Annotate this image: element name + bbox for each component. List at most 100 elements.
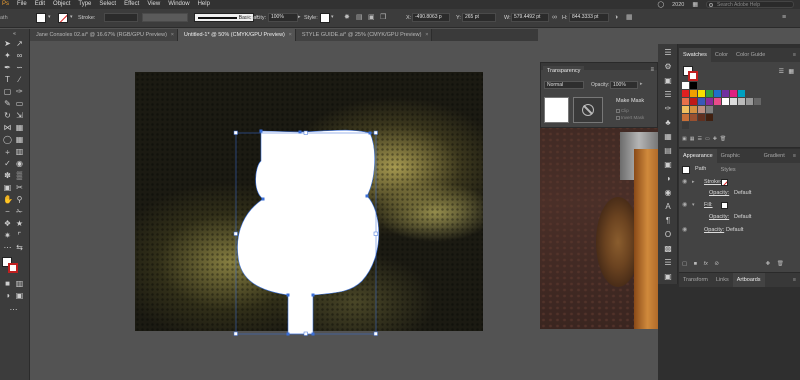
- swatch-large-stroke[interactable]: [688, 71, 698, 81]
- swatch-options-icon[interactable]: ☰: [697, 136, 701, 144]
- magic-wand-tool-icon[interactable]: ✦: [3, 51, 12, 60]
- swatch[interactable]: [722, 90, 729, 97]
- fill-row[interactable]: ◉ ▾ Fill:: [679, 200, 800, 211]
- chevron-down-icon[interactable]: ▾: [692, 200, 695, 211]
- tab-swatches[interactable]: Swatches: [679, 48, 711, 62]
- swatch[interactable]: [730, 98, 737, 105]
- measure-tool-icon[interactable]: ⌜: [15, 231, 24, 240]
- opacity-arrow[interactable]: ▸: [640, 81, 643, 87]
- align-panel-icon[interactable]: ▤: [663, 146, 673, 156]
- stroke-color-swatch[interactable]: [721, 179, 728, 186]
- opacity-field[interactable]: 100%: [268, 13, 298, 22]
- fill-stroke-widget[interactable]: [2, 257, 18, 273]
- swatch[interactable]: [690, 82, 697, 89]
- swatch[interactable]: [682, 98, 689, 105]
- scale-tool-icon[interactable]: ⇲: [15, 111, 24, 120]
- swatch[interactable]: [706, 90, 713, 97]
- opacity-field[interactable]: 100%: [610, 81, 638, 89]
- clip-checkbox[interactable]: Clip: [616, 108, 629, 113]
- menu-object[interactable]: Object: [49, 0, 74, 9]
- swatch[interactable]: [682, 122, 689, 129]
- pen-tool-icon[interactable]: ✒: [3, 63, 12, 72]
- tab-jane-consoles[interactable]: Jane Consoles 02.ai* @ 16.67% (RGB/GPU P…: [30, 29, 178, 41]
- symbol-sprayer-tool-icon[interactable]: ✽: [3, 171, 12, 180]
- add-effect-icon[interactable]: fx: [704, 261, 708, 267]
- draw-normal-icon[interactable]: ◑: [3, 291, 12, 300]
- tab-graphic-styles[interactable]: Graphic Styles: [717, 149, 760, 173]
- more-options-icon[interactable]: ◑: [614, 13, 620, 22]
- color-mode-icon[interactable]: ■: [3, 279, 12, 288]
- fill-attribute-label[interactable]: Fill:: [704, 200, 713, 211]
- type-tool-icon[interactable]: T: [3, 75, 12, 84]
- delete-item-icon[interactable]: 🗑: [777, 261, 784, 267]
- graphic-styles-icon[interactable]: ▦: [663, 132, 673, 142]
- menu-view[interactable]: View: [143, 0, 164, 9]
- app-icon-fragment[interactable]: Ps: [0, 0, 13, 9]
- tab-artboards[interactable]: Artboards: [732, 273, 765, 287]
- stroke-dropdown-arrow[interactable]: ▾: [70, 13, 76, 22]
- graphic-style-swatch[interactable]: [320, 13, 330, 23]
- panel-menu-icon[interactable]: ≡: [789, 48, 800, 62]
- tab-appearance[interactable]: Appearance: [679, 149, 717, 163]
- graph-tool-icon[interactable]: ▒: [15, 171, 24, 180]
- menu-type[interactable]: Type: [74, 0, 95, 9]
- paragraph-icon[interactable]: ¶: [663, 216, 673, 226]
- swatch[interactable]: [714, 90, 721, 97]
- swatch[interactable]: [738, 90, 745, 97]
- tab-gradient[interactable]: Gradient: [760, 149, 789, 163]
- fill-dropdown-arrow[interactable]: ▾: [48, 13, 54, 22]
- curvature-tool-icon[interactable]: ∽: [15, 63, 24, 72]
- menu-file[interactable]: File: [13, 0, 31, 9]
- swatch[interactable]: [706, 114, 713, 121]
- isolate-icon[interactable]: ▦: [626, 13, 633, 22]
- swatch[interactable]: [690, 106, 697, 113]
- duplicate-item-icon[interactable]: ✚: [766, 261, 771, 267]
- swatch[interactable]: [730, 90, 737, 97]
- tab-links[interactable]: Links: [712, 273, 733, 287]
- visibility-eye-icon[interactable]: ◉: [682, 200, 687, 211]
- stroke-row[interactable]: ◉ ▸ Stroke:: [679, 177, 800, 188]
- free-transform-tool-icon[interactable]: ▦: [15, 123, 24, 132]
- appearance-object-row[interactable]: Path: [679, 164, 800, 175]
- swatch[interactable]: [682, 90, 689, 97]
- list-view-icon[interactable]: ☰: [779, 68, 784, 75]
- fill-color-swatch[interactable]: [721, 202, 728, 209]
- close-icon[interactable]: ×: [289, 29, 292, 41]
- image-trace-icon[interactable]: ▩: [663, 244, 673, 254]
- constrain-proportions-icon[interactable]: ∞: [552, 13, 558, 22]
- grid-view-icon[interactable]: ▦: [788, 68, 794, 75]
- asset-export-icon[interactable]: ▣: [663, 272, 673, 282]
- panel-menu-icon[interactable]: ≡: [650, 67, 654, 73]
- stroke-attribute-label[interactable]: Stroke:: [704, 177, 721, 188]
- swatch[interactable]: [682, 114, 689, 121]
- tab-color-guide[interactable]: Color Guide: [732, 48, 769, 62]
- canvas-area[interactable]: [30, 41, 538, 380]
- stroke-opacity-row[interactable]: Opacity: Default: [679, 188, 800, 199]
- delete-swatch-icon[interactable]: 🗑: [720, 136, 726, 144]
- tab-color[interactable]: Color: [711, 48, 732, 62]
- character-icon[interactable]: A: [663, 202, 673, 212]
- object-thumbnail[interactable]: [544, 97, 569, 123]
- invert-mask-checkbox[interactable]: Invert Mask: [616, 115, 644, 120]
- rectangle-tool-icon[interactable]: ▢: [3, 87, 12, 96]
- collapse-icon[interactable]: «: [10, 30, 19, 39]
- swap-fill-stroke-icon[interactable]: ⇆: [15, 243, 24, 252]
- tab-style-guide[interactable]: STYLE GUIDE.ai* @ 25% (CMYK/GPU Preview)…: [295, 29, 433, 41]
- make-mask-button[interactable]: Make Mask: [616, 98, 644, 104]
- blob-brush-tool-icon[interactable]: ❖: [3, 219, 12, 228]
- transparency-icon[interactable]: ◑: [663, 174, 673, 184]
- more-tools-icon[interactable]: ⋯: [9, 305, 18, 314]
- object-opacity-row[interactable]: ◉ Opacity: Default: [679, 225, 800, 236]
- menu-select[interactable]: Select: [95, 0, 120, 9]
- lightbulb-icon[interactable]: ◯: [657, 1, 664, 8]
- menu-window[interactable]: Window: [164, 0, 193, 9]
- color-icon[interactable]: ◉: [663, 188, 673, 198]
- libraries-icon[interactable]: ▣: [663, 76, 673, 86]
- show-kinds-icon[interactable]: ▦: [690, 136, 695, 144]
- paintbrush-tool-icon[interactable]: ✑: [15, 87, 24, 96]
- layers-stack-icon[interactable]: ☰: [663, 258, 673, 268]
- help-search-input[interactable]: Search Adobe Help: [706, 1, 794, 8]
- new-stroke-icon[interactable]: ▢: [682, 261, 687, 267]
- swatch[interactable]: [746, 98, 753, 105]
- stroke-profile-preview[interactable]: Basic: [194, 13, 254, 22]
